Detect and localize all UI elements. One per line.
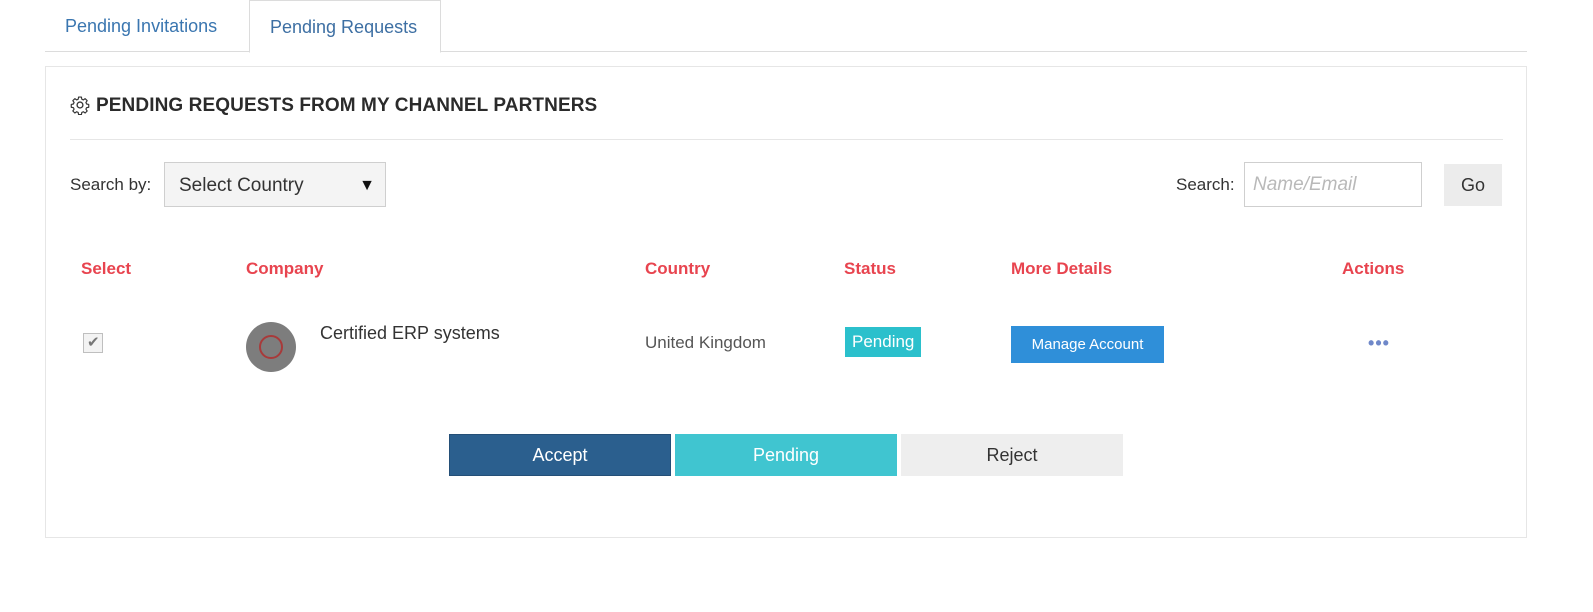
reject-button[interactable]: Reject (901, 434, 1123, 476)
logo-ring (259, 335, 283, 359)
tab-pending-invitations[interactable]: Pending Invitations (45, 0, 249, 52)
company-name[interactable]: Certified ERP systems (320, 321, 500, 345)
go-button[interactable]: Go (1444, 164, 1502, 206)
checkmark-icon: ✔ (87, 334, 100, 351)
column-header-select: Select (81, 259, 132, 278)
requests-panel: PENDING REQUESTS FROM MY CHANNEL PARTNER… (45, 66, 1527, 538)
search-label: Search: (1176, 175, 1235, 194)
pending-button[interactable]: Pending (675, 434, 897, 476)
panel-title: PENDING REQUESTS FROM MY CHANNEL PARTNER… (96, 95, 598, 116)
caret-down-icon: ▼ (359, 177, 375, 194)
column-header-actions: Actions (1342, 259, 1405, 278)
search-input[interactable] (1244, 162, 1422, 207)
status-badge: Pending (845, 327, 922, 357)
country-select-value: Select Country (179, 175, 304, 196)
accept-button[interactable]: Accept (449, 434, 671, 476)
tab-pending-requests[interactable]: Pending Requests (249, 0, 441, 53)
column-header-company: Company (246, 259, 324, 278)
manage-account-button[interactable]: Manage Account (1011, 326, 1164, 363)
more-dots-icon[interactable]: ••• (1366, 330, 1392, 356)
tab-bar: Pending Invitations Pending Requests (45, 0, 1527, 53)
search-by-label: Search by: (70, 175, 152, 194)
country-select[interactable]: Select Country ▼ (164, 162, 386, 207)
table-row: ✔ Certified ERP systems United Kingdom P… (46, 317, 1526, 377)
company-logo (246, 322, 296, 372)
column-header-status: Status (844, 259, 896, 278)
column-header-country: Country (645, 259, 711, 278)
country-value: United Kingdom (645, 333, 766, 352)
row-select-checkbox[interactable]: ✔ (83, 333, 103, 353)
column-header-more-details: More Details (1011, 259, 1113, 278)
gear-icon (70, 96, 90, 115)
panel-header: PENDING REQUESTS FROM MY CHANNEL PARTNER… (70, 93, 1503, 140)
